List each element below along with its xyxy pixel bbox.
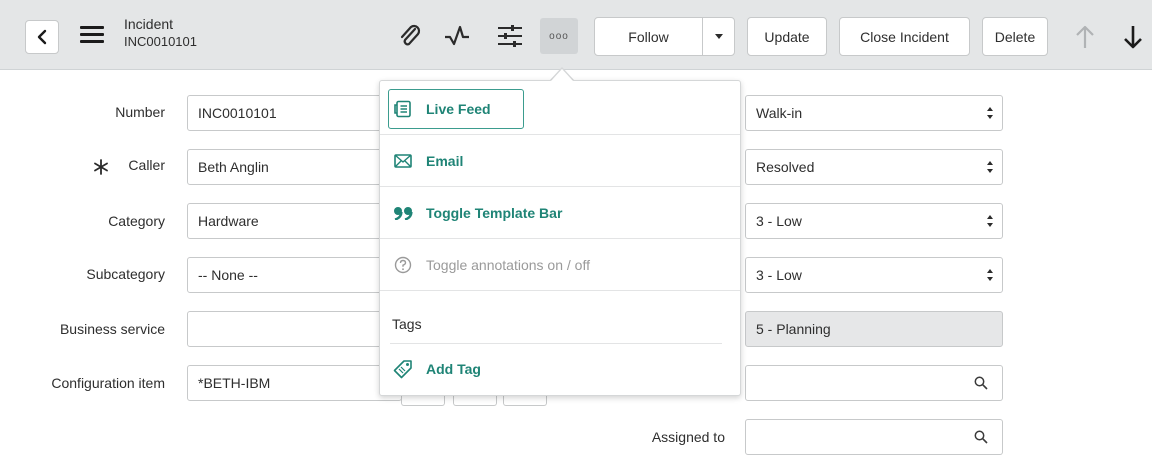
record-number: INC0010101: [124, 34, 197, 49]
select-arrows-icon: [987, 107, 993, 119]
number-field[interactable]: INC0010101: [187, 95, 402, 131]
select-arrows-icon: [987, 269, 993, 281]
category-label: Category: [108, 213, 165, 229]
chevron-left-icon: [37, 29, 47, 45]
add-tag-label: Add Tag: [426, 361, 481, 377]
caller-label: Caller: [128, 157, 165, 173]
select-arrows-icon: [987, 161, 993, 173]
more-options-menu: Live Feed Email Toggle Template Bar Togg…: [379, 80, 741, 396]
assigned-to-search-button[interactable]: [959, 419, 1003, 455]
priority-field: 5 - Planning: [745, 311, 1003, 347]
activity-icon[interactable]: [444, 24, 470, 48]
contact-type-select[interactable]: Walk-in: [745, 95, 1003, 131]
subcategory-select[interactable]: -- None --: [187, 257, 402, 293]
menu-item-toggle-template-bar[interactable]: Toggle Template Bar: [380, 187, 740, 239]
tag-icon: [392, 358, 414, 380]
menu-item-live-feed[interactable]: Live Feed: [380, 83, 740, 135]
arrow-down-icon[interactable]: [1122, 24, 1144, 50]
toggle-annotations-label: Toggle annotations on / off: [426, 257, 590, 273]
impact-value: 3 - Low: [756, 213, 802, 229]
menu-item-email[interactable]: Email: [380, 135, 740, 187]
follow-dropdown-button[interactable]: [702, 17, 735, 56]
close-incident-button[interactable]: Close Incident: [839, 17, 970, 56]
menu-item-add-tag[interactable]: Add Tag: [380, 343, 740, 395]
subcategory-label: Subcategory: [86, 266, 165, 282]
urgency-select[interactable]: 3 - Low: [745, 257, 1003, 293]
impact-select[interactable]: 3 - Low: [745, 203, 1003, 239]
tags-heading: Tags: [392, 316, 422, 332]
ci-show-button[interactable]: [503, 396, 547, 406]
back-button[interactable]: [25, 20, 59, 54]
assignment-group-search-button[interactable]: [959, 365, 1003, 401]
business-service-label: Business service: [59, 321, 165, 337]
help-circle-icon: [392, 254, 414, 276]
update-button[interactable]: Update: [747, 17, 827, 56]
menu-icon[interactable]: [80, 26, 104, 44]
category-select[interactable]: Hardware: [187, 203, 402, 239]
ci-preview-button[interactable]: [453, 396, 497, 406]
live-feed-icon: [392, 98, 414, 120]
urgency-value: 3 - Low: [756, 267, 802, 283]
state-select[interactable]: Resolved: [745, 149, 1003, 185]
arrow-up-icon[interactable]: [1075, 24, 1095, 50]
follow-button[interactable]: Follow: [594, 17, 703, 56]
more-options-button[interactable]: ooo: [540, 18, 578, 54]
quote-icon: [392, 202, 414, 224]
assignment-group-field[interactable]: [745, 365, 960, 401]
email-label: Email: [426, 153, 464, 169]
select-arrows-icon: [987, 215, 993, 227]
search-icon: [974, 376, 988, 390]
toggle-template-label: Toggle Template Bar: [426, 205, 563, 221]
sliders-icon[interactable]: [496, 24, 524, 48]
configuration-item-field[interactable]: *BETH-IBM: [187, 365, 402, 401]
delete-button[interactable]: Delete: [982, 17, 1048, 56]
caret-down-icon: [714, 33, 723, 39]
state-value: Resolved: [756, 159, 815, 175]
search-icon: [974, 430, 988, 444]
form-header: Incident INC0010101 ooo Follow Update Cl…: [0, 0, 1152, 70]
envelope-icon: [392, 150, 414, 172]
assigned-to-field[interactable]: [745, 419, 960, 455]
configuration-item-label: Configuration item: [51, 375, 165, 391]
live-feed-label: Live Feed: [426, 101, 491, 117]
caller-field[interactable]: Beth Anglin: [187, 149, 402, 185]
required-asterisk-icon: [94, 159, 108, 175]
record-type: Incident: [124, 16, 174, 32]
ellipsis-icon: ooo: [549, 30, 569, 42]
menu-caret-inner: [551, 69, 573, 81]
contact-type-value: Walk-in: [756, 105, 803, 121]
menu-divider: [380, 290, 740, 291]
business-service-field[interactable]: [187, 311, 402, 347]
paperclip-icon[interactable]: [398, 24, 422, 50]
record-title: Incident INC0010101: [124, 16, 197, 50]
assigned-to-label: Assigned to: [651, 429, 725, 445]
ci-lookup-button[interactable]: [401, 396, 445, 406]
number-label: Number: [115, 104, 165, 120]
menu-item-toggle-annotations[interactable]: Toggle annotations on / off: [380, 239, 740, 291]
